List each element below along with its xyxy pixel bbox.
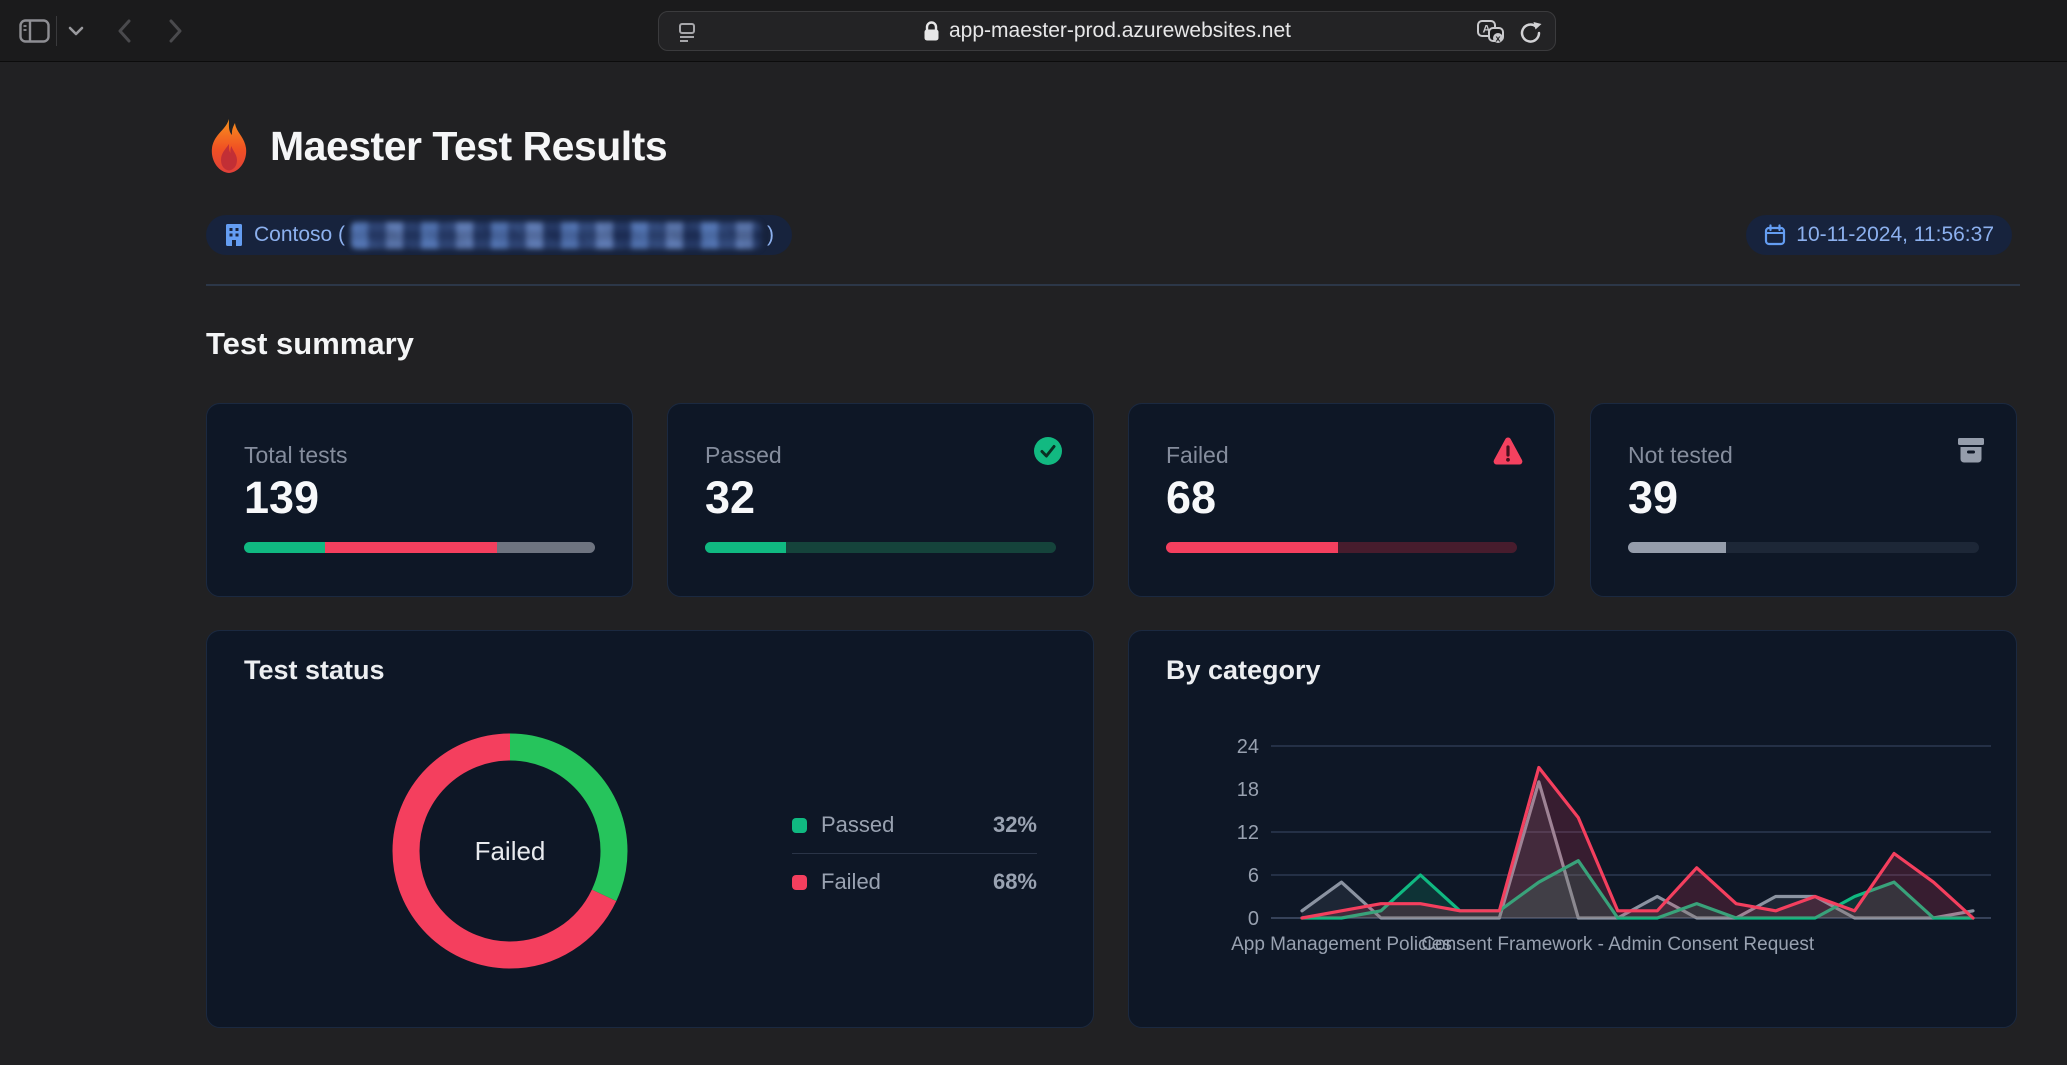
header-divider: [206, 284, 2020, 286]
card-label: Passed: [705, 442, 782, 469]
page-header: Maester Test Results: [206, 118, 667, 174]
progress-bar: [705, 542, 1056, 553]
progress-segment: [325, 542, 497, 553]
card-value: 68: [1166, 472, 1216, 524]
y-tick-label: 24: [1237, 736, 1259, 758]
timestamp-text: 10-11-2024, 11:56:37: [1796, 223, 1994, 247]
warning-triangle-icon: [1492, 436, 1524, 471]
building-icon: [224, 223, 244, 247]
card-not-tested: Not tested 39: [1590, 403, 2017, 597]
y-tick-label: 18: [1237, 779, 1259, 801]
card-total-tests: Total tests 139: [206, 403, 633, 597]
url-text: app-maester-prod.azurewebsites.net: [949, 19, 1291, 43]
archive-box-icon: [1956, 436, 1986, 469]
card-value: 32: [705, 472, 755, 524]
progress-segment: [1628, 542, 1726, 553]
tenant-name: Contoso (: [254, 223, 345, 247]
lock-icon: [923, 20, 940, 42]
page-title: Maester Test Results: [270, 123, 667, 170]
sidebar-icon: [19, 19, 50, 43]
chevron-down-icon: [68, 26, 84, 36]
calendar-icon: [1764, 224, 1786, 246]
redacted-tenant-id: [351, 222, 761, 249]
translate-icon[interactable]: A x: [1476, 19, 1506, 46]
card-passed: Passed 32: [667, 403, 1094, 597]
address-bar[interactable]: app-maester-prod.azurewebsites.net A x: [658, 11, 1556, 51]
legend-value: 32%: [993, 812, 1037, 838]
card-label: Total tests: [244, 442, 348, 469]
forward-arrow-icon: [169, 19, 183, 43]
maester-flame-logo: [206, 118, 252, 174]
progress-segment: [1166, 542, 1338, 553]
progress-segment: [497, 542, 595, 553]
reload-icon[interactable]: [1518, 20, 1543, 46]
test-status-panel: Test status Failed Passed 32% Failed 68%: [206, 630, 1094, 1028]
card-value: 39: [1628, 472, 1678, 524]
svg-text:x: x: [1495, 34, 1500, 44]
card-failed: Failed 68: [1128, 403, 1555, 597]
toolbar-divider: [56, 16, 57, 46]
legend-row-failed: Failed 68%: [792, 860, 1037, 904]
progress-segment: [705, 542, 786, 553]
failed-swatch: [792, 875, 807, 890]
back-button[interactable]: [104, 0, 144, 62]
legend-label: Passed: [821, 812, 979, 838]
status-donut-chart: Failed: [385, 726, 635, 976]
test-summary-heading: Test summary: [206, 326, 414, 362]
progress-bar: [1166, 542, 1517, 553]
browser-window: app-maester-prod.azurewebsites.net A x: [0, 0, 2067, 1065]
tenant-badge: Contoso ( ): [206, 215, 792, 255]
toolbar-chevron-button[interactable]: [60, 0, 92, 62]
category-line-chart: 0 6 12 18 24 App Management PoliciesConsent F…: [1129, 631, 2018, 1029]
by-category-panel: By category 06121824App Management Polic…: [1128, 630, 2017, 1028]
back-arrow-icon: [117, 19, 131, 43]
forward-button[interactable]: [156, 0, 196, 62]
passed-swatch: [792, 818, 807, 833]
timestamp-badge: 10-11-2024, 11:56:37: [1746, 215, 2012, 255]
y-tick-label: 6: [1248, 865, 1259, 887]
y-tick-label: 12: [1237, 822, 1259, 844]
card-label: Failed: [1166, 442, 1229, 469]
card-value: 139: [244, 472, 319, 524]
progress-bar: [1628, 542, 1979, 553]
browser-toolbar: app-maester-prod.azurewebsites.net A x: [0, 0, 2067, 62]
x-axis-label: App Management Policies: [1231, 934, 1452, 955]
test-status-heading: Test status: [244, 655, 385, 686]
status-legend: Passed 32% Failed 68%: [792, 803, 1037, 904]
legend-label: Failed: [821, 869, 979, 895]
tenant-close-paren: ): [767, 223, 774, 247]
card-label: Not tested: [1628, 442, 1733, 469]
progress-segment: [244, 542, 325, 553]
check-circle-icon: [1033, 436, 1063, 471]
legend-value: 68%: [993, 869, 1037, 895]
sidebar-toggle-button[interactable]: [12, 0, 56, 62]
y-tick-label: 0: [1248, 908, 1259, 930]
x-axis-label: Consent Framework - Admin Consent Reques…: [1421, 934, 1815, 955]
legend-divider: [792, 853, 1037, 854]
legend-row-passed: Passed 32%: [792, 803, 1037, 847]
donut-center-label: Failed: [385, 726, 635, 976]
progress-bar: [244, 542, 595, 553]
